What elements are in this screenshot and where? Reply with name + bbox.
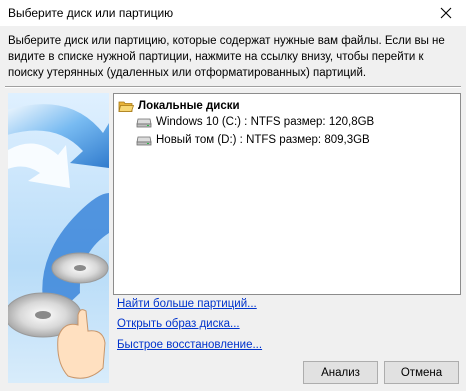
separator xyxy=(5,86,461,88)
partition-tree[interactable]: Локальные диски Windows 10 (C:) : NTFS р… xyxy=(113,93,461,295)
title-bar: Выберите диск или партицию xyxy=(0,0,466,26)
tree-item-partition-d[interactable]: Новый том (D:) : NTFS размер: 809,3GB xyxy=(136,132,370,148)
window-title: Выберите диск или партицию xyxy=(8,6,174,20)
quick-restore-link[interactable]: Быстрое восстановление... xyxy=(117,339,262,351)
close-icon xyxy=(440,7,452,19)
close-button[interactable] xyxy=(426,0,466,26)
analyze-button[interactable]: Анализ xyxy=(303,361,378,384)
tree-item-label: Windows 10 (C:) : NTFS размер: 120,8GB xyxy=(156,116,375,128)
instructions-text: Выберите диск или партицию, которые соде… xyxy=(8,35,445,79)
drive-icon xyxy=(136,118,152,128)
wizard-illustration xyxy=(8,93,109,383)
tree-root-local-disks[interactable]: Локальные диски xyxy=(118,98,240,114)
cancel-button[interactable]: Отмена xyxy=(384,361,459,384)
tree-root-label: Локальные диски xyxy=(138,100,240,112)
tree-item-label: Новый том (D:) : NTFS размер: 809,3GB xyxy=(156,134,370,146)
find-more-partitions-link[interactable]: Найти больше партиций... xyxy=(117,298,257,310)
folder-open-icon xyxy=(118,101,134,112)
recovery-illustration-icon xyxy=(8,104,109,379)
dialog-window: Выберите диск или партицию Выберите диск… xyxy=(0,0,466,391)
tree-item-partition-c[interactable]: Windows 10 (C:) : NTFS размер: 120,8GB xyxy=(136,114,374,130)
open-disk-image-link[interactable]: Открыть образ диска... xyxy=(117,318,240,330)
drive-icon xyxy=(136,136,152,146)
